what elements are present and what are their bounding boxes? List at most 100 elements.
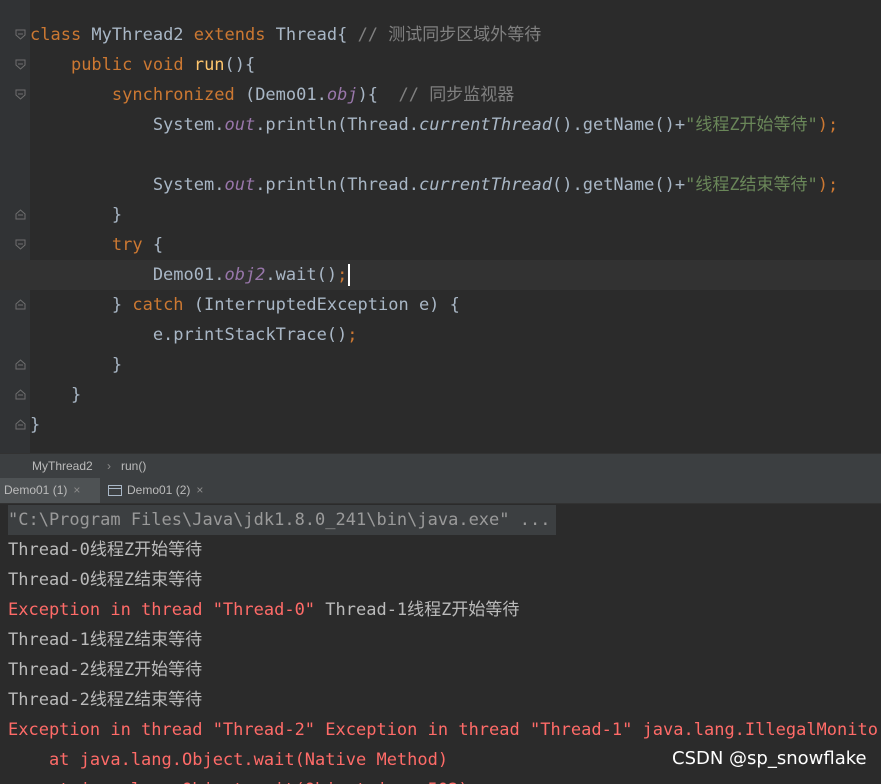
code-token: ; bbox=[337, 265, 348, 285]
code-line[interactable]: } bbox=[0, 410, 881, 440]
code-token: .wait() bbox=[265, 265, 338, 285]
console-text: Thread-0线程Z开始等待 bbox=[8, 540, 203, 560]
code-token: (){ bbox=[224, 55, 256, 75]
close-icon[interactable]: × bbox=[196, 483, 203, 497]
code-text: e.printStackTrace(); bbox=[30, 320, 358, 350]
code-token: } bbox=[30, 385, 82, 405]
code-text: } bbox=[30, 200, 122, 230]
tab-label: Demo01 (1) bbox=[4, 483, 68, 497]
console-text: Thread-1线程Z开始等待 bbox=[325, 600, 520, 620]
code-token: class bbox=[30, 25, 82, 45]
code-editor[interactable]: class MyThread2 extends Thread{ // 测试同步区… bbox=[0, 0, 881, 453]
code-token: synchronized bbox=[111, 85, 235, 105]
code-token: run bbox=[193, 55, 225, 75]
code-line[interactable]: class MyThread2 extends Thread{ // 测试同步区… bbox=[0, 20, 881, 50]
code-token: .println(Thread. bbox=[255, 115, 419, 135]
code-text: } bbox=[30, 380, 81, 410]
code-line[interactable]: } bbox=[0, 350, 881, 380]
watermark: CSDN @sp_snowflake bbox=[672, 748, 867, 769]
code-token: ().getName()+ bbox=[552, 115, 686, 135]
console-icon bbox=[108, 485, 122, 497]
code-line[interactable]: try { bbox=[0, 230, 881, 260]
code-token: ; bbox=[347, 325, 358, 345]
console-text: at java.lang.Object.wait(Native Method) bbox=[8, 750, 449, 770]
code-token: Demo01. bbox=[30, 265, 225, 285]
code-token: void bbox=[142, 55, 184, 75]
code-token: currentThread bbox=[418, 115, 553, 135]
fold-end-icon[interactable] bbox=[15, 299, 26, 310]
code-token: } bbox=[30, 205, 123, 225]
code-line[interactable]: public void run(){ bbox=[0, 50, 881, 80]
breadcrumb-class[interactable]: MyThread2 bbox=[32, 459, 93, 473]
code-token: MyThread2 bbox=[81, 25, 194, 45]
code-line[interactable]: } bbox=[0, 380, 881, 410]
code-text: class MyThread2 extends Thread{ // 测试同步区… bbox=[30, 20, 541, 50]
console-text: Exception in thread "Thread-2" Exception… bbox=[8, 720, 881, 740]
console-output-line: Thread-0线程Z开始等待 bbox=[8, 535, 202, 565]
code-line[interactable]: Demo01.obj2.wait(); bbox=[0, 260, 881, 290]
fold-expand-icon[interactable] bbox=[15, 29, 26, 40]
fold-end-icon[interactable] bbox=[15, 419, 26, 430]
code-text: } catch (InterruptedException e) { bbox=[30, 290, 460, 320]
code-token: (Demo01. bbox=[234, 85, 327, 105]
code-text: } bbox=[30, 410, 40, 440]
console-output-line: at java.lang.Object.wait(Native Method) bbox=[8, 745, 448, 775]
console-text: at java.lang.Object.wait(Object.java:502… bbox=[8, 780, 469, 784]
code-line[interactable]: } catch (InterruptedException e) { bbox=[0, 290, 881, 320]
tab-label: Demo01 (2) bbox=[127, 483, 191, 497]
console-output-line: Thread-2线程Z结束等待 bbox=[8, 685, 202, 715]
breadcrumb: MyThread2 › run() bbox=[0, 453, 881, 478]
code-text: synchronized (Demo01.obj){ // 同步监视器 bbox=[30, 80, 514, 110]
code-token: .println(Thread. bbox=[255, 175, 419, 195]
console-text: Exception in thread "Thread-0" bbox=[8, 600, 326, 620]
code-text: public void run(){ bbox=[30, 50, 255, 80]
tab-demo01-1[interactable]: Demo01 (1) × bbox=[0, 478, 100, 503]
code-token: ); bbox=[817, 115, 839, 135]
code-text: System.out.println(Thread.currentThread(… bbox=[30, 170, 838, 200]
fold-expand-icon[interactable] bbox=[15, 239, 26, 250]
code-token: try bbox=[111, 235, 143, 255]
console-command-line[interactable]: "C:\Program Files\Java\jdk1.8.0_241\bin\… bbox=[8, 505, 557, 535]
code-token: // 同步监视器 bbox=[398, 85, 515, 105]
close-icon[interactable]: × bbox=[73, 483, 80, 497]
code-token: out bbox=[224, 175, 256, 195]
code-line[interactable]: System.out.println(Thread.currentThread(… bbox=[0, 110, 881, 140]
code-token: // 测试同步区域外等待 bbox=[357, 25, 542, 45]
code-token: System. bbox=[30, 115, 225, 135]
breadcrumb-method[interactable]: run() bbox=[121, 459, 146, 473]
code-line[interactable]: System.out.println(Thread.currentThread(… bbox=[0, 170, 881, 200]
fold-end-icon[interactable] bbox=[15, 209, 26, 220]
code-token: ().getName()+ bbox=[552, 175, 686, 195]
fold-expand-icon[interactable] bbox=[15, 59, 26, 70]
code-text: Demo01.obj2.wait(); bbox=[30, 260, 351, 290]
code-token: (InterruptedException e) { bbox=[183, 295, 460, 315]
console-output-line: Thread-2线程Z开始等待 bbox=[8, 655, 202, 685]
run-console[interactable]: "C:\Program Files\Java\jdk1.8.0_241\bin\… bbox=[0, 504, 881, 784]
code-token: obj2 bbox=[224, 265, 266, 285]
fold-end-icon[interactable] bbox=[15, 359, 26, 370]
console-text: Thread-2线程Z开始等待 bbox=[8, 660, 203, 680]
code-line[interactable]: synchronized (Demo01.obj){ // 同步监视器 bbox=[0, 80, 881, 110]
console-text: "C:\Program Files\Java\jdk1.8.0_241\bin\… bbox=[8, 510, 551, 530]
code-token: obj bbox=[326, 85, 358, 105]
code-token: ); bbox=[817, 175, 839, 195]
console-output-line: Exception in thread "Thread-0" Thread-1线… bbox=[8, 595, 519, 625]
console-output-line: Thread-1线程Z结束等待 bbox=[8, 625, 202, 655]
console-output-line: Thread-0线程Z结束等待 bbox=[8, 565, 202, 595]
code-text: } bbox=[30, 350, 122, 380]
code-token: out bbox=[224, 115, 256, 135]
code-token: public bbox=[70, 55, 133, 75]
fold-expand-icon[interactable] bbox=[15, 89, 26, 100]
fold-end-icon[interactable] bbox=[15, 389, 26, 400]
code-line[interactable] bbox=[0, 140, 881, 170]
tab-demo01-2[interactable]: Demo01 (2) × bbox=[108, 478, 218, 503]
code-text: System.out.println(Thread.currentThread(… bbox=[30, 110, 838, 140]
code-token: } bbox=[30, 355, 123, 375]
code-token: Thread{ bbox=[265, 25, 358, 45]
code-line[interactable]: } bbox=[0, 200, 881, 230]
code-line[interactable]: e.printStackTrace(); bbox=[0, 320, 881, 350]
